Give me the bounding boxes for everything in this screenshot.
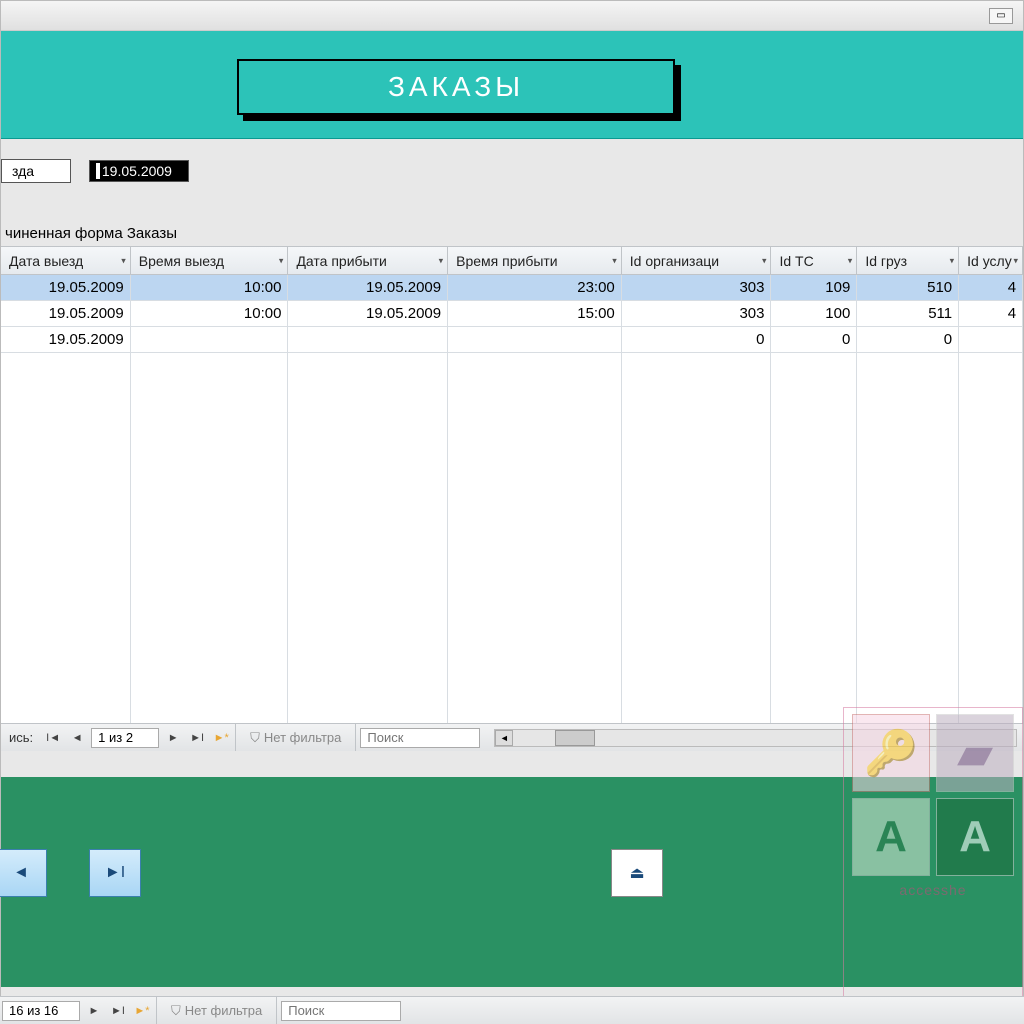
main-new-record-button[interactable]: ►* xyxy=(132,1001,152,1021)
subform-search-input[interactable] xyxy=(360,728,480,748)
table-cell[interactable]: 10:00 xyxy=(131,275,289,300)
last-record-button[interactable]: ►I xyxy=(187,728,207,748)
table-cell[interactable] xyxy=(959,327,1023,352)
watermark-text: accesshe xyxy=(899,882,966,898)
access-db-icon: ▰ xyxy=(936,714,1014,792)
filter-state-label: Нет фильтра xyxy=(264,730,341,745)
funnel-icon: ⛉ xyxy=(171,1003,181,1019)
minimize-button[interactable]: ▭ xyxy=(989,8,1013,24)
nav-last-button[interactable]: ►I xyxy=(89,849,141,897)
table-cell[interactable]: 511 xyxy=(857,301,959,326)
exit-button[interactable]: ⏏ xyxy=(611,849,663,897)
record-label: ись: xyxy=(3,730,39,745)
table-cell[interactable]: 303 xyxy=(622,301,772,326)
table-cell[interactable]: 4 xyxy=(959,301,1023,326)
column-dropdown-icon[interactable]: ▾ xyxy=(762,255,767,266)
exit-icon: ⏏ xyxy=(629,863,644,883)
table-cell[interactable]: 19.05.2009 xyxy=(288,301,448,326)
column-header[interactable]: Дата выезд▾ xyxy=(1,247,131,274)
access-a2-icon: A xyxy=(936,798,1014,876)
table-row[interactable]: 19.05.2009000 xyxy=(1,327,1023,353)
table-cell[interactable]: 10:00 xyxy=(131,301,289,326)
datagrid-body: 19.05.200910:0019.05.200923:003031095104… xyxy=(1,275,1023,353)
prev-record-button[interactable]: ◄ xyxy=(67,728,87,748)
filter-row: зда 19.05.2009 xyxy=(1,139,1023,223)
column-dropdown-icon[interactable]: ▾ xyxy=(121,255,126,266)
orders-datagrid[interactable]: Дата выезд▾Время выезд▾Дата прибыти▾Врем… xyxy=(1,246,1023,751)
table-cell[interactable] xyxy=(131,327,289,352)
main-search-input[interactable] xyxy=(281,1001,401,1021)
table-cell[interactable] xyxy=(448,327,622,352)
table-cell[interactable]: 109 xyxy=(771,275,857,300)
column-header[interactable]: Время выезд▾ xyxy=(131,247,289,274)
column-header[interactable]: Id груз▾ xyxy=(857,247,959,274)
column-dropdown-icon[interactable]: ▾ xyxy=(950,255,955,266)
first-record-button[interactable]: I◄ xyxy=(43,728,63,748)
table-cell[interactable]: 19.05.2009 xyxy=(1,327,131,352)
next-record-button[interactable]: ► xyxy=(163,728,183,748)
table-cell[interactable]: 100 xyxy=(771,301,857,326)
filter-label: зда xyxy=(1,159,71,183)
table-cell[interactable]: 19.05.2009 xyxy=(1,275,131,300)
form-header: ЗАКАЗЫ xyxy=(1,31,1023,139)
form-footer: ◄ ►I ⏏ 🔑 ▰ A A accesshe xyxy=(1,777,1023,987)
column-header[interactable]: Время прибыти▾ xyxy=(448,247,622,274)
scroll-thumb[interactable] xyxy=(555,730,595,746)
table-cell[interactable]: 0 xyxy=(622,327,772,352)
table-row[interactable]: 19.05.200910:0019.05.200923:003031095104 xyxy=(1,275,1023,301)
column-header[interactable]: Id организаци▾ xyxy=(622,247,772,274)
table-cell[interactable]: 15:00 xyxy=(448,301,622,326)
departure-date-field[interactable]: 19.05.2009 xyxy=(89,160,189,182)
table-cell[interactable]: 303 xyxy=(622,275,772,300)
form-title: ЗАКАЗЫ xyxy=(237,59,675,115)
column-header[interactable]: Id ТС▾ xyxy=(771,247,857,274)
column-dropdown-icon[interactable]: ▾ xyxy=(848,255,853,266)
subform-caption: чиненная форма Заказы xyxy=(1,223,1023,246)
column-dropdown-icon[interactable]: ▾ xyxy=(612,255,617,266)
table-row[interactable]: 19.05.200910:0019.05.200915:003031005114 xyxy=(1,301,1023,327)
column-dropdown-icon[interactable]: ▾ xyxy=(439,255,444,266)
form-window: ▭ ЗАКАЗЫ зда 19.05.2009 чиненная форма З… xyxy=(0,0,1024,1024)
column-dropdown-icon[interactable]: ▾ xyxy=(279,255,284,266)
access-key-icon: 🔑 xyxy=(852,714,930,792)
main-filter-state-label: Нет фильтра xyxy=(185,1003,262,1018)
table-cell[interactable]: 19.05.2009 xyxy=(1,301,131,326)
datagrid-header: Дата выезд▾Время выезд▾Дата прибыти▾Врем… xyxy=(1,247,1023,275)
titlebar: ▭ xyxy=(1,1,1023,31)
new-record-button[interactable]: ►* xyxy=(211,728,231,748)
table-cell[interactable]: 4 xyxy=(959,275,1023,300)
nav-prev-button[interactable]: ◄ xyxy=(0,849,47,897)
departure-date-value: 19.05.2009 xyxy=(102,163,172,179)
main-record-navigator: ► ►I ►* ⛉ Нет фильтра xyxy=(0,996,1024,1024)
record-position-input[interactable] xyxy=(91,728,159,748)
access-a-icon: A xyxy=(852,798,930,876)
table-cell[interactable]: 0 xyxy=(771,327,857,352)
table-cell[interactable]: 510 xyxy=(857,275,959,300)
main-filter-indicator[interactable]: ⛉ Нет фильтра xyxy=(156,997,277,1024)
column-header[interactable]: Id услу▾ xyxy=(959,247,1023,274)
scroll-left-button[interactable]: ◄ xyxy=(495,730,513,746)
column-dropdown-icon[interactable]: ▾ xyxy=(1014,255,1019,266)
column-header[interactable]: Дата прибыти▾ xyxy=(288,247,448,274)
main-last-record-button[interactable]: ►I xyxy=(108,1001,128,1021)
filter-indicator[interactable]: ⛉ Нет фильтра xyxy=(235,724,356,751)
table-cell[interactable]: 0 xyxy=(857,327,959,352)
table-cell[interactable]: 19.05.2009 xyxy=(288,275,448,300)
watermark: 🔑 ▰ A A accesshe xyxy=(843,707,1023,997)
main-next-record-button[interactable]: ► xyxy=(84,1001,104,1021)
table-cell[interactable]: 23:00 xyxy=(448,275,622,300)
datagrid-empty-area xyxy=(1,353,1023,723)
table-cell[interactable] xyxy=(288,327,448,352)
funnel-icon: ⛉ xyxy=(250,730,260,746)
main-record-position-input[interactable] xyxy=(2,1001,80,1021)
